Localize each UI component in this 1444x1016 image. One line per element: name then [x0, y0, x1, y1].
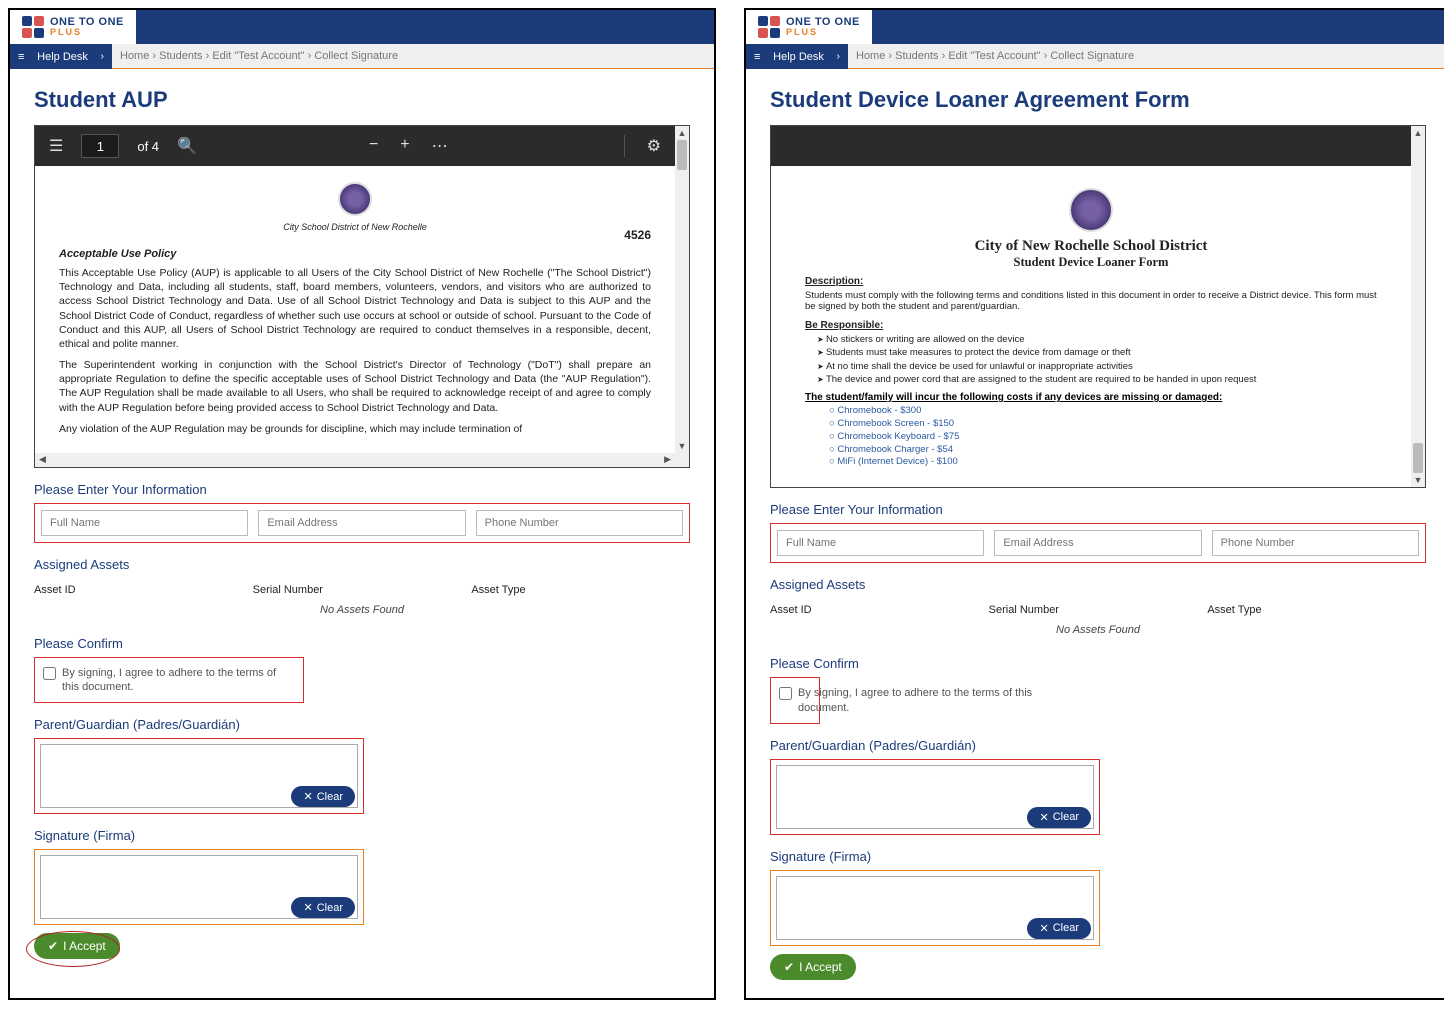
accept-button[interactable]: ✔I Accept: [34, 933, 120, 959]
menu-icon: ≡: [18, 51, 24, 63]
parent-signature-pad[interactable]: ✕Clear: [770, 759, 1100, 835]
check-icon: ✔: [48, 939, 58, 953]
responsibility-list: No stickers or writing are allowed on th…: [817, 333, 1377, 386]
phone-input[interactable]: [476, 510, 683, 536]
assets-header: Asset IDSerial NumberAsset Type: [34, 578, 690, 602]
page-title: Student AUP: [34, 87, 690, 113]
info-inputs: [34, 503, 690, 543]
left-screenshot: ONE TO ONE PLUS ≡ Help Desk › Home › Stu…: [8, 8, 716, 1000]
full-name-input[interactable]: [777, 530, 984, 556]
chevron-right-icon: ›: [837, 51, 840, 62]
confirm-checkbox[interactable]: [779, 687, 792, 700]
pdf-toolbar-placeholder: [771, 126, 1411, 166]
breadcrumb: Home › Students › Edit "Test Account" › …: [112, 44, 714, 69]
page-title: Student Device Loaner Agreement Form: [770, 87, 1426, 113]
district-seal-icon: [1069, 188, 1113, 232]
pdf-viewer: City of New Rochelle School District Stu…: [770, 125, 1426, 488]
help-desk-nav[interactable]: ≡ Help Desk ›: [10, 44, 112, 69]
zoom-out-icon[interactable]: −: [369, 136, 378, 156]
email-input[interactable]: [994, 530, 1201, 556]
close-icon: ✕: [1039, 811, 1048, 824]
page-number-input[interactable]: [81, 134, 119, 158]
vertical-scrollbar[interactable]: ▲▼: [1411, 126, 1425, 487]
check-icon: ✔: [784, 960, 794, 974]
clear-sig-button[interactable]: ✕Clear: [291, 897, 355, 918]
confirm-box: By signing, I agree to adhere to the ter…: [770, 677, 820, 724]
menu-icon: ≡: [754, 51, 760, 63]
close-icon: ✕: [303, 790, 312, 803]
close-icon: ✕: [303, 901, 312, 914]
info-inputs: [770, 523, 1426, 563]
pdf-toolbar: ☰ of 4 🔍 − + ⋯ ⚙: [35, 126, 675, 166]
zoom-in-icon[interactable]: +: [400, 136, 409, 156]
horizontal-scrollbar[interactable]: ◀▶: [35, 453, 675, 467]
assets-header: Asset IDSerial NumberAsset Type: [770, 598, 1426, 622]
chevron-right-icon: ›: [101, 51, 104, 62]
phone-input[interactable]: [1212, 530, 1419, 556]
info-section-label: Please Enter Your Information: [34, 482, 690, 497]
clear-parent-sig-button[interactable]: ✕Clear: [291, 786, 355, 807]
clear-sig-button[interactable]: ✕Clear: [1027, 918, 1091, 939]
parent-signature-pad[interactable]: ✕Clear: [34, 738, 364, 814]
brand-logo: ONE TO ONE PLUS: [746, 10, 872, 44]
pdf-viewer: ☰ of 4 🔍 − + ⋯ ⚙ City School District of…: [34, 125, 690, 468]
brand-logo: ONE TO ONE PLUS: [10, 10, 136, 44]
signature-pad[interactable]: ✕Clear: [770, 870, 1100, 946]
breadcrumb: Home › Students › Edit "Test Account" › …: [848, 44, 1444, 69]
email-input[interactable]: [258, 510, 465, 536]
close-icon: ✕: [1039, 922, 1048, 935]
cost-list: Chromebook - $300 Chromebook Screen - $1…: [829, 405, 1377, 469]
confirm-box: By signing, I agree to adhere to the ter…: [34, 657, 304, 704]
outline-icon[interactable]: ☰: [49, 136, 63, 156]
help-desk-nav[interactable]: ≡ Help Desk ›: [746, 44, 848, 69]
clear-parent-sig-button[interactable]: ✕Clear: [1027, 807, 1091, 828]
full-name-input[interactable]: [41, 510, 248, 536]
no-assets-text: No Assets Found: [770, 622, 1426, 642]
signature-pad[interactable]: ✕Clear: [34, 849, 364, 925]
vertical-scrollbar[interactable]: ▲▼: [675, 126, 689, 453]
no-assets-text: No Assets Found: [34, 602, 690, 622]
accept-highlight: ✔I Accept: [34, 937, 120, 954]
district-seal-icon: [338, 182, 372, 216]
accept-button[interactable]: ✔I Accept: [770, 954, 856, 980]
info-section-label: Please Enter Your Information: [770, 502, 1426, 517]
confirm-checkbox[interactable]: [43, 667, 56, 680]
search-icon[interactable]: 🔍: [177, 136, 197, 156]
gear-icon[interactable]: ⚙: [647, 136, 661, 156]
right-screenshot: ONE TO ONE PLUS ≡ Help Desk › Home › Stu…: [744, 8, 1444, 1000]
more-icon[interactable]: ⋯: [432, 136, 448, 156]
